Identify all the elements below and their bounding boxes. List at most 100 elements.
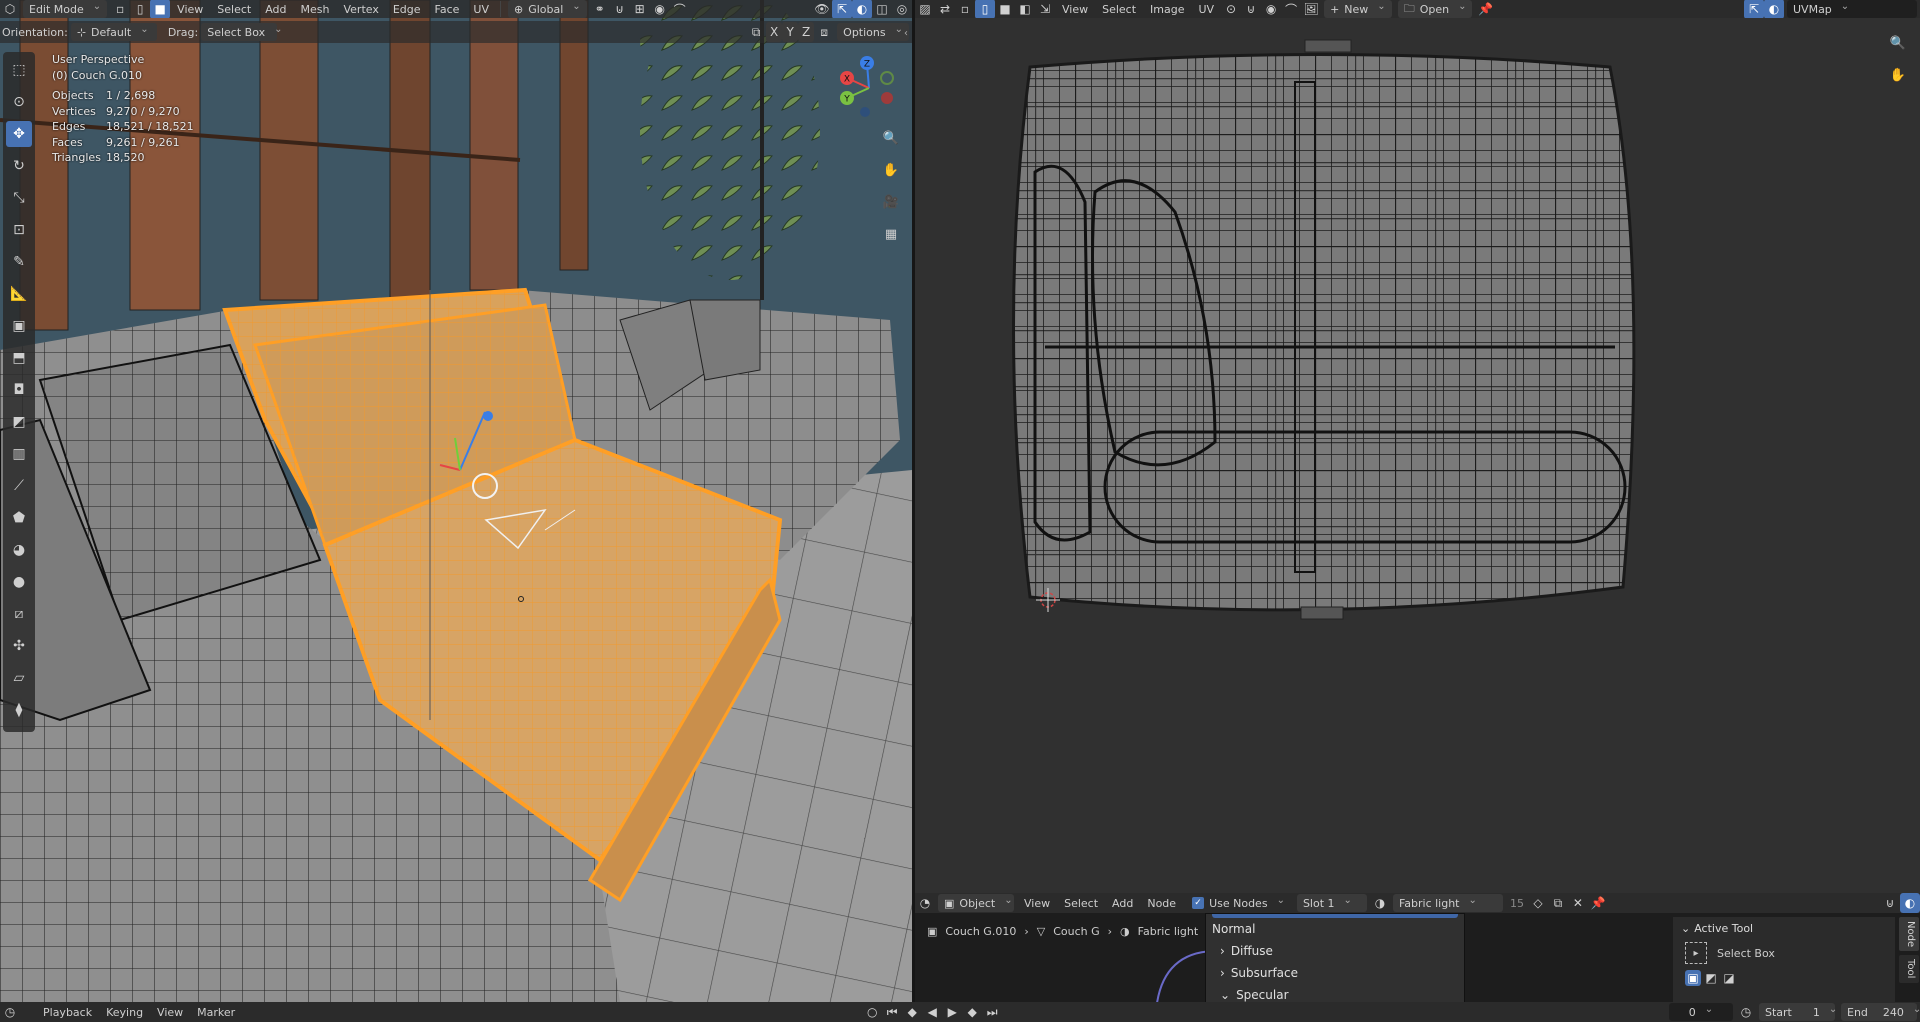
edge-select-icon[interactable]: ▯ (130, 0, 150, 18)
proportional-edit-icon[interactable]: ◉ (650, 0, 670, 18)
bsdf-node[interactable]: Normal › Diffuse › Subsurface ⌄ Specular (1205, 913, 1465, 1002)
slot-dropdown[interactable]: Slot 1 (1296, 894, 1367, 912)
clock-icon[interactable]: ◷ (1736, 1002, 1756, 1022)
play-icon[interactable]: ▶ (942, 1002, 962, 1022)
uv-menu-view[interactable]: View (1055, 0, 1095, 18)
timeline-menu-playback[interactable]: Playback (36, 1002, 99, 1022)
node-snap-icon[interactable]: ⊍ (1880, 893, 1900, 913)
uv-island-mode-icon[interactable]: ◧ (1015, 0, 1035, 18)
node-overlay-icon[interactable]: ◐ (1900, 893, 1920, 913)
record-icon[interactable]: ○ (862, 1002, 882, 1022)
jump-start-icon[interactable]: ⏮ (882, 1002, 902, 1022)
mode-dropdown[interactable]: Edit Mode (23, 0, 108, 18)
breadcrumb-item[interactable]: Couch G.010 (945, 925, 1016, 938)
select-subtract-icon[interactable]: ◪ (1721, 970, 1737, 986)
uvmap-field[interactable]: UVMap (1787, 0, 1917, 18)
snap-target-icon[interactable]: ⊞ (630, 0, 650, 18)
sync-selection-icon[interactable]: ⇄ (935, 0, 955, 18)
image-browse-icon[interactable]: 🖼 (1301, 0, 1321, 18)
select-extend-icon[interactable]: ◩ (1703, 970, 1719, 986)
pan-hand-icon[interactable]: ✋ (878, 157, 904, 183)
timeline-editor-icon[interactable]: ◷ (0, 1002, 20, 1022)
scale-tool-icon[interactable]: ⤡ (6, 185, 32, 211)
uv-vertex-mode-icon[interactable]: ▫ (955, 0, 975, 18)
auto-merge-icon[interactable]: ⧈ (814, 22, 834, 42)
cursor-tool-icon[interactable]: ⊙ (6, 89, 32, 115)
open-image-button[interactable]: 🗀 Open (1397, 0, 1473, 18)
ortho-grid-icon[interactable]: ▦ (878, 221, 904, 247)
rotate-tool-icon[interactable]: ↻ (6, 153, 32, 179)
camera-icon[interactable]: 🎥 (878, 189, 904, 215)
menu-select[interactable]: Select (210, 0, 258, 18)
add-cube-tool-icon[interactable]: ▣ (6, 313, 32, 339)
overlay-toggle-icon[interactable]: ◐ (852, 0, 872, 18)
current-frame-field[interactable]: 0 (1669, 1003, 1733, 1021)
breadcrumb-item[interactable]: Couch G (1053, 925, 1099, 938)
uv-edge-mode-icon[interactable]: ▯ (975, 0, 995, 18)
uv-pivot-icon[interactable]: ⊙ (1221, 0, 1241, 18)
vertex-select-icon[interactable]: ▫ (110, 0, 130, 18)
snap-icon[interactable]: ⊍ (610, 0, 630, 18)
mirror-icon[interactable]: ⧉ (746, 22, 766, 42)
uv-gizmo-icon[interactable]: ⇱ (1744, 0, 1764, 18)
falloff-icon[interactable]: ⌒ (670, 0, 690, 18)
play-reverse-icon[interactable]: ◀ (922, 1002, 942, 1022)
uv-face-mode-icon[interactable]: ■ (995, 0, 1015, 18)
spin-tool-icon[interactable]: ◕ (6, 537, 32, 563)
smooth-tool-icon[interactable]: ● (6, 569, 32, 595)
timeline-menu-marker[interactable]: Marker (190, 1002, 242, 1022)
timeline-menu-view[interactable]: View (150, 1002, 190, 1022)
select-new-icon[interactable]: ▣ (1685, 970, 1701, 986)
material-name-field[interactable]: Fabric light (1392, 894, 1503, 912)
knife-tool-icon[interactable]: ⟋ (6, 473, 32, 499)
move-tool-icon[interactable]: ✥ (6, 121, 32, 147)
menu-face[interactable]: Face (428, 0, 467, 18)
uv-layout[interactable] (915, 22, 1920, 892)
menu-mesh[interactable]: Mesh (294, 0, 337, 18)
uv-editor[interactable]: ▨ ⇄ ▫ ▯ ■ ◧ ⇲ View Select Image UV ⊙ ⊍ ◉… (915, 0, 1920, 893)
active-tool-header[interactable]: ⌄ Active Tool (1673, 917, 1895, 940)
transform-tool-icon[interactable]: ⊡ (6, 217, 32, 243)
uv-menu-image[interactable]: Image (1143, 0, 1191, 18)
axis-x-button[interactable]: X (766, 22, 783, 42)
node-menu-view[interactable]: View (1017, 893, 1057, 913)
new-image-button[interactable]: + New (1324, 0, 1392, 18)
uv-zoom-icon[interactable]: 🔍 (1885, 30, 1911, 56)
tab-tool[interactable]: Tool (1899, 955, 1919, 983)
node-input-normal[interactable]: Normal (1206, 918, 1464, 940)
duplicate-icon[interactable]: ⧉ (1548, 893, 1568, 913)
select-box-icon[interactable]: ▸ (1685, 942, 1707, 964)
extrude-tool-icon[interactable]: ⬒ (6, 345, 32, 371)
edge-slide-tool-icon[interactable]: ⧄ (6, 601, 32, 627)
end-frame-field[interactable]: End 240 (1841, 1003, 1917, 1021)
axis-y-button[interactable]: Y (782, 22, 799, 42)
measure-tool-icon[interactable]: 📐 (6, 281, 32, 307)
shrink-fatten-tool-icon[interactable]: ✣ (6, 633, 32, 659)
navigation-gizmo[interactable]: Z X Y (835, 52, 905, 122)
annotate-tool-icon[interactable]: ✎ (6, 249, 32, 275)
node-editor-type-icon[interactable]: ◔ (915, 893, 935, 913)
menu-edge[interactable]: Edge (386, 0, 428, 18)
uv-snap-icon[interactable]: ⊍ (1241, 0, 1261, 18)
shear-tool-icon[interactable]: ▱ (6, 665, 32, 691)
menu-vertex[interactable]: Vertex (336, 0, 385, 18)
unlink-icon[interactable]: ✕ (1568, 893, 1588, 913)
tab-node[interactable]: Node (1899, 917, 1919, 952)
node-panel-diffuse[interactable]: › Diffuse (1206, 940, 1464, 962)
visibility-icon[interactable]: 👁 (812, 0, 832, 18)
material-browse-icon[interactable]: ◑ (1370, 893, 1390, 913)
shading-wire-icon[interactable]: ◎ (892, 0, 912, 18)
axis-z-button[interactable]: Z (798, 22, 815, 42)
use-nodes-checkbox[interactable]: ✓ (1192, 897, 1205, 909)
timeline-menu-keying[interactable]: Keying (99, 1002, 150, 1022)
editor-type-icon[interactable]: ⬡ (0, 0, 20, 18)
pivot-icon[interactable]: ⚭ (590, 0, 610, 18)
uv-menu-select[interactable]: Select (1095, 0, 1143, 18)
node-editor[interactable]: ◔ ▣ Object View Select Add Node ✓ Use Nod… (915, 893, 1920, 1002)
uv-proportional-icon[interactable]: ◉ (1261, 0, 1281, 18)
node-menu-select[interactable]: Select (1057, 893, 1105, 913)
uv-overlay-icon[interactable]: ◐ (1764, 0, 1784, 18)
uv-falloff-icon[interactable]: ⌒ (1281, 0, 1301, 18)
sidebar-toggle[interactable]: ‹ (904, 28, 908, 39)
prev-keyframe-icon[interactable]: ◆ (902, 1002, 922, 1022)
